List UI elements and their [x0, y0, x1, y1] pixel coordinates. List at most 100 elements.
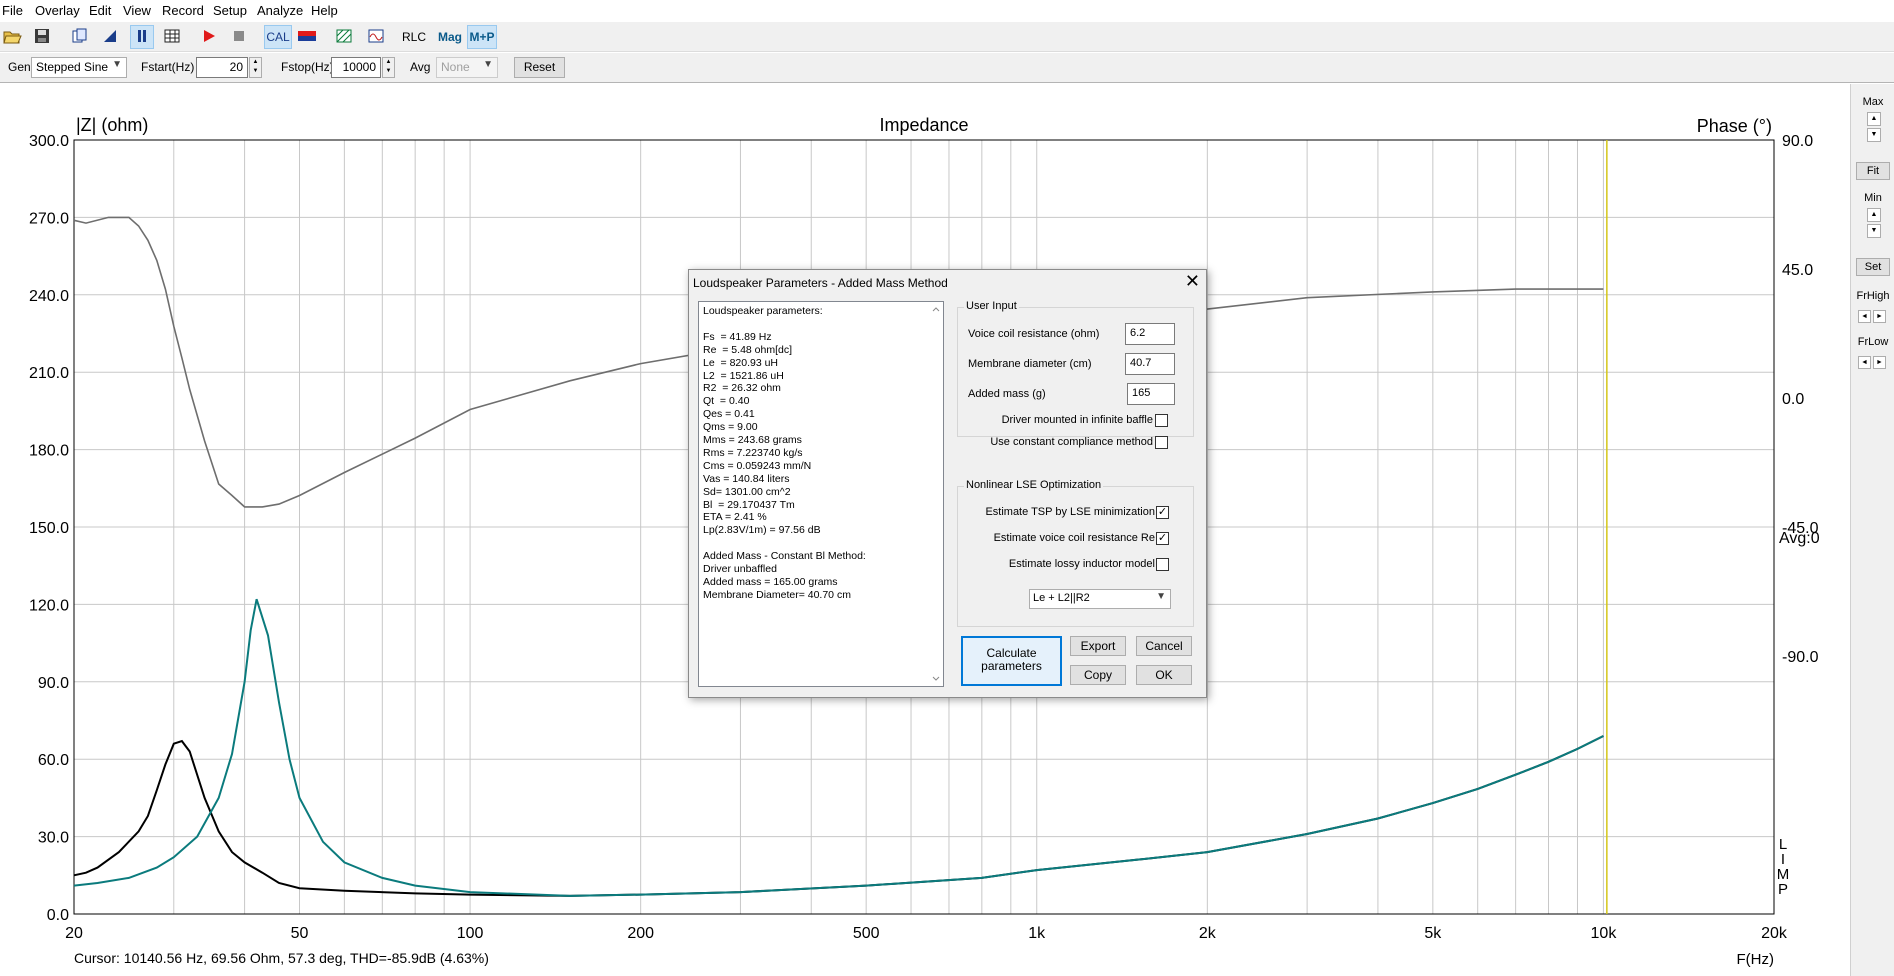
record-icon[interactable]: [197, 25, 221, 49]
frlow-left-icon[interactable]: ◄: [1858, 356, 1871, 369]
cal-button[interactable]: CAL: [264, 25, 292, 49]
copy-icon[interactable]: [68, 25, 92, 49]
y-tick-label: 210.0: [29, 365, 69, 382]
menu-setup[interactable]: Setup: [213, 3, 247, 18]
loudspeaker-parameters-dialog: Loudspeaker Parameters - Added Mass Meth…: [688, 269, 1207, 698]
fstop-spinner[interactable]: ▲ ▼: [382, 57, 395, 78]
x-tick-label: 500: [853, 925, 880, 942]
menu-overlay[interactable]: Overlay: [35, 3, 80, 18]
param-line: Added Mass - Constant Bl Method:: [703, 550, 866, 563]
mag-button[interactable]: Mag: [436, 25, 464, 49]
menu-analyze[interactable]: Analyze: [257, 3, 303, 18]
x-tick-label: 2k: [1199, 925, 1217, 942]
toolbar: CAL RLC Mag M+P: [0, 22, 1894, 52]
lossy-inductor-checkbox[interactable]: [1156, 558, 1169, 571]
y-tick-label: 180.0: [29, 443, 69, 460]
menu-record[interactable]: Record: [162, 3, 204, 18]
avg-select[interactable]: None ▼: [436, 57, 498, 78]
inductor-model-select[interactable]: Le + L2||R2 ▼: [1029, 589, 1171, 609]
calculate-parameters-button[interactable]: Calculate parameters: [961, 636, 1062, 686]
open-icon[interactable]: [0, 25, 24, 49]
pattern-icon[interactable]: [332, 25, 356, 49]
parameters-text-box[interactable]: Loudspeaker parameters: Fs = 41.89 Hz Re =…: [698, 301, 944, 687]
frhigh-label: FrHigh: [1856, 290, 1890, 302]
grid-icon[interactable]: [160, 25, 184, 49]
marker-icon[interactable]: [98, 25, 122, 49]
estimate-re-label: Estimate voice coil resistance Re: [993, 532, 1155, 544]
min-down-icon[interactable]: ▼: [1867, 224, 1881, 238]
param-line: Bl = 29.170437 Tm: [703, 498, 795, 511]
pause-icon[interactable]: [130, 25, 154, 49]
reset-button[interactable]: Reset: [514, 57, 565, 78]
y-tick-label: 60.0: [38, 752, 69, 769]
min-up-icon[interactable]: ▲: [1867, 208, 1881, 222]
param-line: Vas = 140.84 liters: [703, 472, 790, 485]
chart-title: Impedance: [879, 115, 968, 135]
added-mass-input[interactable]: 165: [1127, 383, 1175, 405]
mag-phase-button[interactable]: M+P: [467, 25, 497, 49]
export-button[interactable]: Export: [1070, 636, 1126, 656]
menu-file[interactable]: File: [2, 3, 23, 18]
avg-label: Avg: [410, 60, 431, 74]
copy-button[interactable]: Copy: [1070, 665, 1126, 685]
fstart-input[interactable]: 20: [196, 57, 248, 78]
frhigh-left-icon[interactable]: ◄: [1858, 310, 1871, 323]
max-label: Max: [1862, 96, 1884, 108]
param-line: Added mass = 165.00 grams: [703, 575, 838, 588]
y-right-tick-label: -90.0: [1782, 649, 1819, 666]
param-line: Re = 5.48 ohm[dc]: [703, 343, 793, 356]
close-icon[interactable]: ✕: [1185, 271, 1200, 292]
right-panel: Max ▲ ▼ Fit Min ▲ ▼ Set FrHigh ◄ ► FrLow…: [1850, 84, 1894, 976]
fstop-label: Fstop(Hz): [281, 60, 334, 74]
frhigh-right-icon[interactable]: ►: [1873, 310, 1886, 323]
voice-coil-label: Voice coil resistance (ohm): [968, 328, 1100, 340]
user-input-title: User Input: [964, 300, 1019, 312]
estimate-re-checkbox[interactable]: ✓: [1156, 532, 1169, 545]
fstop-input[interactable]: 10000: [331, 57, 381, 78]
voice-coil-input[interactable]: 6.2: [1125, 323, 1175, 345]
max-up-icon[interactable]: ▲: [1867, 112, 1881, 126]
set-button[interactable]: Set: [1856, 258, 1890, 276]
param-line: L2 = 1521.86 uH: [703, 369, 784, 382]
added-mass-label: Added mass (g): [968, 388, 1046, 400]
overlay-colors-icon[interactable]: [295, 25, 319, 49]
membrane-diameter-input[interactable]: 40.7: [1125, 353, 1175, 375]
fit-button[interactable]: Fit: [1856, 162, 1890, 180]
param-line: Cms = 0.059243 mm/N: [703, 459, 812, 472]
waveform-icon[interactable]: [364, 25, 388, 49]
param-line: R2 = 26.32 ohm: [703, 382, 781, 395]
infinite-baffle-checkbox[interactable]: [1155, 414, 1168, 427]
limp-letter: P: [1778, 881, 1788, 898]
constant-compliance-label: Use constant compliance method: [990, 436, 1153, 448]
fstart-spinner[interactable]: ▲ ▼: [249, 57, 262, 78]
menu-edit[interactable]: Edit: [89, 3, 111, 18]
x-tick-label: 1k: [1028, 925, 1046, 942]
param-line: Le = 820.93 uH: [703, 356, 779, 369]
chevron-down-icon: ▼: [483, 59, 493, 70]
x-tick-label: 20k: [1761, 925, 1788, 942]
rlc-button[interactable]: RLC: [400, 25, 428, 49]
estimate-tsp-label: Estimate TSP by LSE minimization: [985, 506, 1155, 518]
params-scrollbar[interactable]: [929, 302, 943, 686]
param-line: ETA = 2.41 %: [703, 511, 767, 524]
stop-icon[interactable]: [227, 25, 251, 49]
generator-bar: Gen Stepped Sine ▼ Fstart(Hz) 20 ▲ ▼ Fsto…: [0, 53, 1894, 83]
y-tick-label: 270.0: [29, 210, 69, 227]
menu-view[interactable]: View: [123, 3, 151, 18]
x-tick-label: 5k: [1424, 925, 1442, 942]
estimate-tsp-checkbox[interactable]: ✓: [1156, 506, 1169, 519]
lossy-inductor-label: Estimate lossy inductor model: [1008, 558, 1155, 570]
x-tick-label: 50: [291, 925, 309, 942]
frlow-right-icon[interactable]: ►: [1873, 356, 1886, 369]
ok-button[interactable]: OK: [1136, 665, 1192, 685]
generator-value: Stepped Sine: [36, 60, 109, 74]
param-line: Sd= 1301.00 cm^2: [703, 485, 791, 498]
dialog-title: Loudspeaker Parameters - Added Mass Meth…: [693, 276, 948, 290]
constant-compliance-checkbox[interactable]: [1155, 436, 1168, 449]
y-right-tick-label: 0.0: [1782, 391, 1804, 408]
generator-select[interactable]: Stepped Sine ▼: [31, 57, 127, 78]
menu-help[interactable]: Help: [311, 3, 338, 18]
save-icon[interactable]: [30, 25, 54, 49]
max-down-icon[interactable]: ▼: [1867, 128, 1881, 142]
cancel-button[interactable]: Cancel: [1136, 636, 1192, 656]
